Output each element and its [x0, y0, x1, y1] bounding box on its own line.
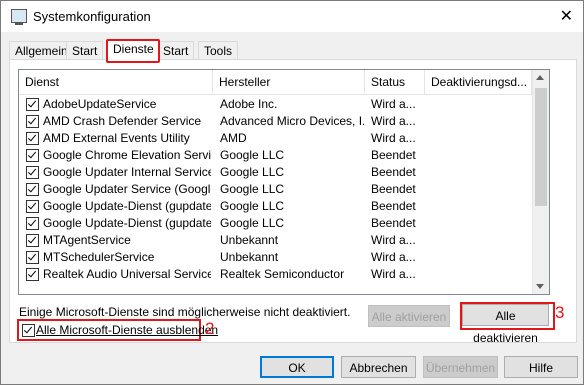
service-status: Wird a...: [371, 267, 416, 281]
service-status: Beendet: [371, 182, 416, 196]
scroll-up-icon[interactable]: [536, 75, 544, 80]
table-row[interactable]: AdobeUpdateService Adobe Inc. Wird a...: [19, 96, 532, 113]
service-checkbox[interactable]: [26, 251, 39, 264]
ok-button[interactable]: OK: [260, 356, 334, 378]
hide-microsoft-services-checkbox[interactable]: [22, 324, 35, 337]
service-status: Beendet: [371, 148, 416, 162]
cancel-button[interactable]: Abbrechen: [341, 356, 416, 378]
scroll-thumb[interactable]: [535, 88, 547, 206]
tab-startup[interactable]: Start: [157, 41, 195, 60]
vertical-scrollbar[interactable]: [532, 70, 549, 294]
service-checkbox[interactable]: [26, 132, 39, 145]
service-vendor: Advanced Micro Devices, I...: [220, 114, 364, 128]
app-icon: [11, 9, 27, 25]
service-name: Google Update-Dienst (gupdatem): [43, 216, 211, 230]
service-vendor: Google LLC: [220, 148, 285, 162]
disable-all-highlight: [460, 302, 555, 330]
service-checkbox[interactable]: [26, 115, 39, 128]
apply-button[interactable]: Übernehmen: [423, 356, 498, 378]
service-name: Realtek Audio Universal Service: [43, 267, 211, 281]
service-status: Wird a...: [371, 114, 416, 128]
table-row[interactable]: AMD Crash Defender Service Advanced Micro…: [19, 113, 532, 130]
service-status: Wird a...: [371, 97, 416, 111]
service-vendor: Unbekannt: [220, 250, 279, 264]
system-config-window: Systemkonfiguration ✕ Allgemein Start Di…: [0, 0, 584, 385]
enable-all-button[interactable]: Alle aktivieren: [368, 305, 450, 327]
service-vendor: AMD: [220, 131, 247, 145]
service-checkbox[interactable]: [26, 98, 39, 111]
service-vendor: Google LLC: [220, 199, 285, 213]
service-name: AMD Crash Defender Service: [43, 114, 202, 128]
table-row[interactable]: Google Update-Dienst (gupdate) Google LLC…: [19, 198, 532, 215]
service-vendor: Google LLC: [220, 165, 285, 179]
table-row[interactable]: Realtek Audio Universal Service Realtek S…: [19, 266, 532, 283]
service-status: Beendet: [371, 199, 416, 213]
scroll-down-icon[interactable]: [536, 284, 544, 289]
tab-tools[interactable]: Tools: [198, 41, 239, 60]
table-row[interactable]: AMD External Events Utility AMD Wird a...: [19, 130, 532, 147]
tab-boot[interactable]: Start: [66, 41, 104, 60]
service-vendor: Google LLC: [220, 182, 285, 196]
service-checkbox[interactable]: [26, 200, 39, 213]
service-vendor: Google LLC: [220, 216, 285, 230]
column-disabled-date[interactable]: Deaktivierungsd...: [425, 70, 532, 94]
annotation-2: 2: [205, 319, 215, 338]
column-vendor[interactable]: Hersteller: [213, 70, 365, 94]
info-text: Einige Microsoft-Dienste sind möglicherw…: [19, 305, 351, 319]
service-name: Google Updater Service (Google...: [43, 182, 211, 196]
table-row[interactable]: Google Updater Service (Google... Google …: [19, 181, 532, 198]
service-name: Google Chrome Elevation Servic...: [43, 148, 211, 162]
service-checkbox[interactable]: [26, 183, 39, 196]
hide-microsoft-services-highlight: Alle Microsoft-Dienste ausblenden: [17, 319, 218, 341]
table-row[interactable]: Google Update-Dienst (gupdatem) Google LL…: [19, 215, 532, 232]
column-status[interactable]: Status: [365, 70, 425, 94]
window-title: Systemkonfiguration: [33, 9, 151, 24]
service-rows: AdobeUpdateService Adobe Inc. Wird a... AMD…: [19, 96, 532, 283]
table-row[interactable]: MTAgentService Unbekannt Wird a...: [19, 232, 532, 249]
tab-general[interactable]: Allgemein: [9, 41, 74, 60]
service-status: Beendet: [371, 216, 416, 230]
list-header: Dienst Hersteller Status Deaktivierungsd…: [19, 70, 532, 95]
services-list[interactable]: Dienst Hersteller Status Deaktivierungsd…: [18, 69, 550, 295]
service-name: AMD External Events Utility: [43, 131, 190, 145]
hide-microsoft-services-label[interactable]: Alle Microsoft-Dienste ausblenden: [36, 323, 218, 337]
service-status: Wird a...: [371, 131, 416, 145]
column-service[interactable]: Dienst: [19, 70, 213, 94]
title-bar: Systemkonfiguration ✕: [1, 1, 583, 32]
service-checkbox[interactable]: [26, 149, 39, 162]
service-vendor: Realtek Semiconductor: [220, 267, 345, 281]
services-tab-highlight: [106, 39, 160, 63]
table-row[interactable]: MTSchedulerService Unbekannt Wird a...: [19, 249, 532, 266]
table-row[interactable]: Google Chrome Elevation Servic... Google …: [19, 147, 532, 164]
table-row[interactable]: Google Updater Internal Service... Google…: [19, 164, 532, 181]
service-status: Beendet: [371, 165, 416, 179]
service-name: Google Updater Internal Service...: [43, 165, 211, 179]
service-status: Wird a...: [371, 233, 416, 247]
service-checkbox[interactable]: [26, 217, 39, 230]
help-button[interactable]: Hilfe: [504, 356, 578, 378]
service-vendor: Unbekannt: [220, 233, 279, 247]
service-checkbox[interactable]: [26, 268, 39, 281]
service-status: Wird a...: [371, 250, 416, 264]
service-name: MTAgentService: [43, 233, 131, 247]
annotation-3: 3: [555, 303, 565, 322]
close-icon[interactable]: ✕: [560, 6, 573, 26]
service-name: Google Update-Dienst (gupdate): [43, 199, 211, 213]
service-vendor: Adobe Inc.: [220, 97, 278, 111]
service-checkbox[interactable]: [26, 166, 39, 179]
service-name: MTSchedulerService: [43, 250, 155, 264]
service-name: AdobeUpdateService: [43, 97, 157, 111]
service-checkbox[interactable]: [26, 234, 39, 247]
